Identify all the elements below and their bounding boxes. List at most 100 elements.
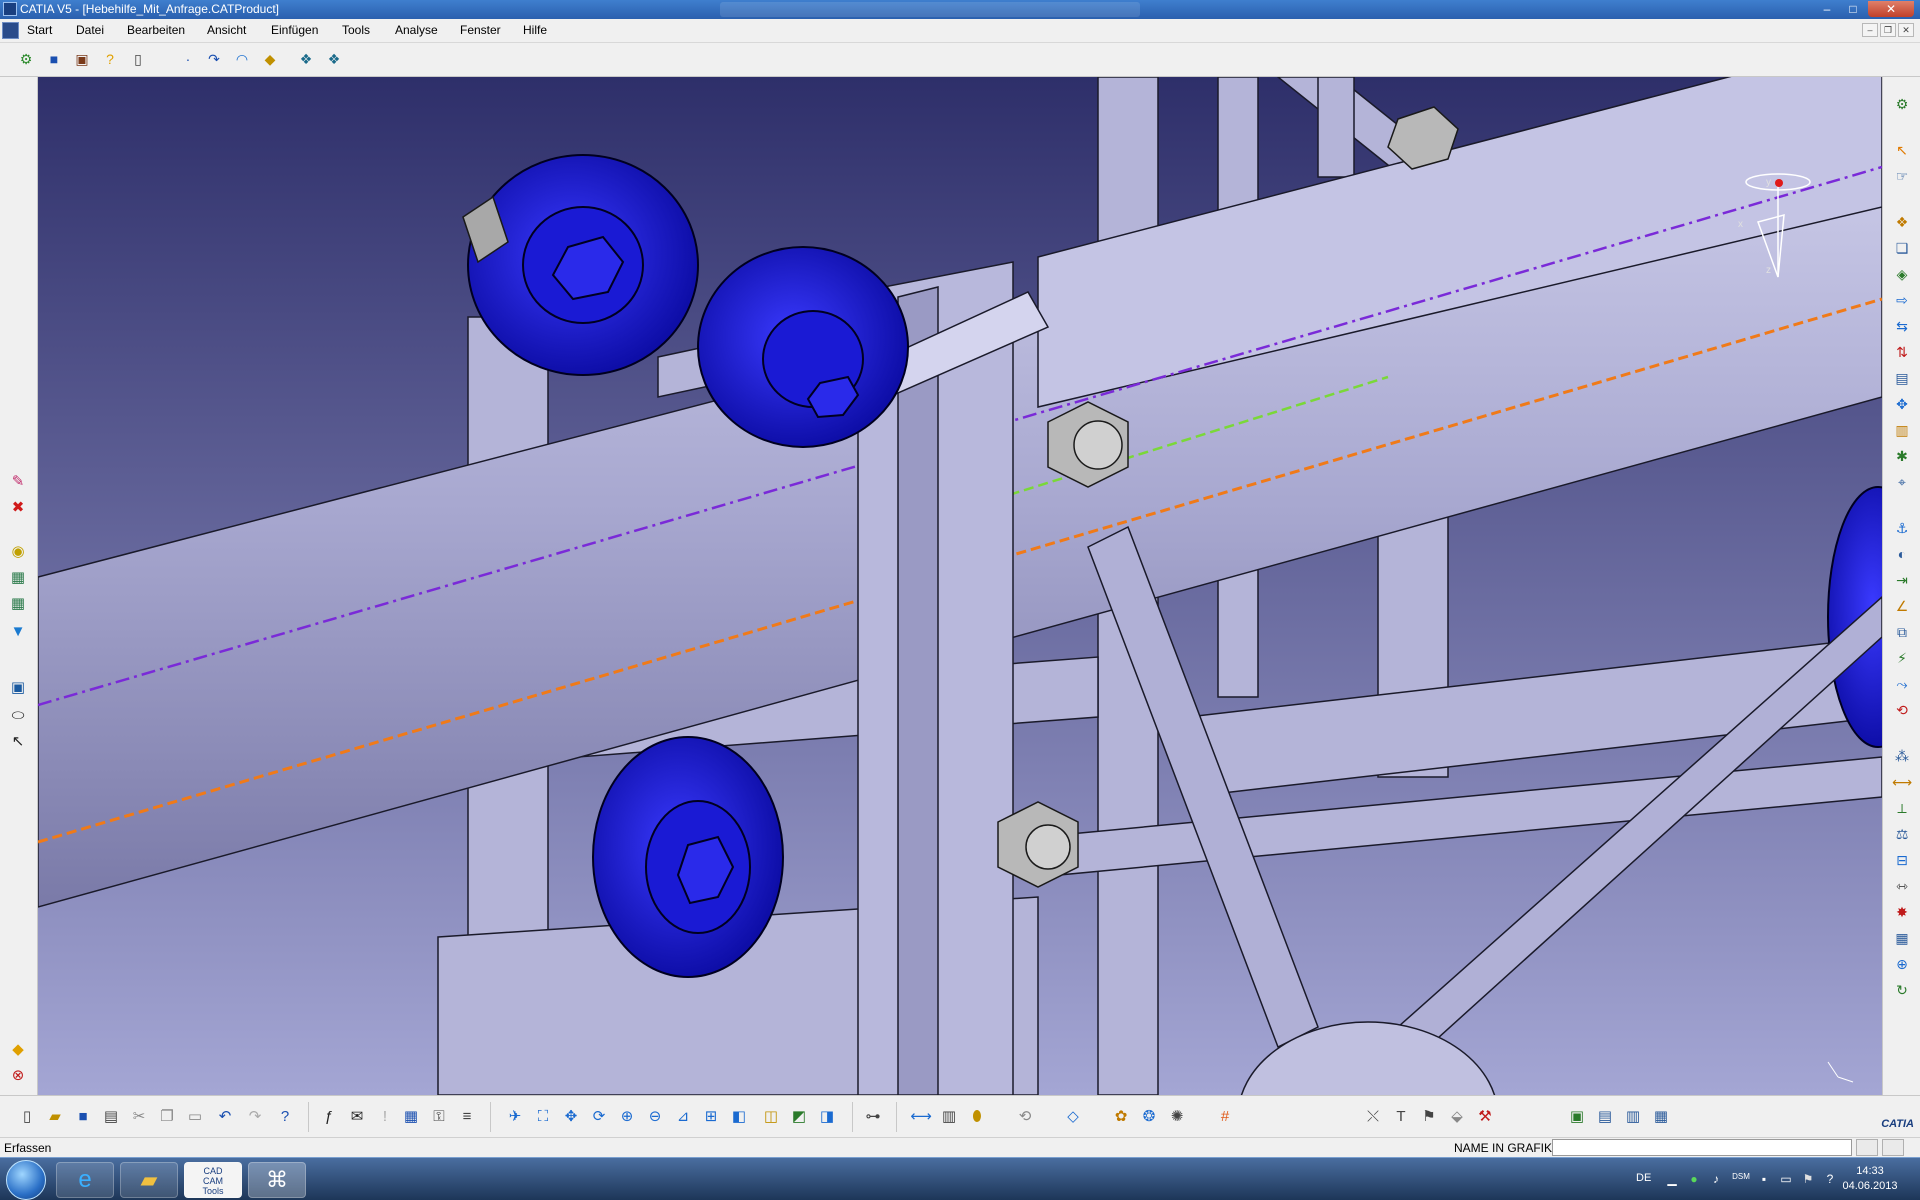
offset-icon[interactable]: ⇥ [1891,569,1913,591]
fly-mode-icon[interactable]: ✈ [504,1106,526,1128]
dsm-icon[interactable]: DSM [1730,1172,1752,1188]
material-icon[interactable]: ❂ [1138,1106,1160,1128]
menu-start[interactable]: Start [27,23,52,37]
menu-einfuegen[interactable]: Einfügen [271,23,318,37]
3d-viewport[interactable]: x y z [38,77,1882,1095]
status-option-button-2[interactable] [1882,1139,1904,1156]
zoom-in-icon[interactable]: ⊕ [616,1106,638,1128]
menu-bearbeiten[interactable]: Bearbeiten [127,23,185,37]
product-update-icon[interactable]: ❖ [324,49,344,69]
swap-visible-icon[interactable]: ◩ [788,1106,810,1128]
multi-view-icon[interactable]: ⊞ [700,1106,722,1128]
pointer-icon[interactable]: ↖ [6,731,30,753]
undo-icon[interactable]: ↶ [214,1106,236,1128]
cut-icon[interactable]: ✂ [128,1106,150,1128]
warning-icon[interactable]: ◆ [6,1039,30,1061]
save-icon[interactable]: ■ [72,1106,94,1128]
measure-icon[interactable]: ✎ [6,471,30,493]
menu-tools[interactable]: Tools [342,23,370,37]
clash-analysis-icon[interactable]: ✸ [1891,901,1913,923]
menu-hilfe[interactable]: Hilfe [523,23,547,37]
clock[interactable]: 14:33 04.06.2013 [1828,1164,1912,1194]
new-part-icon[interactable]: ◈ [1891,263,1913,285]
view-icon[interactable]: ▦ [6,567,30,589]
existing-component-icon[interactable]: ⇨ [1891,289,1913,311]
product-icon[interactable]: ❖ [296,49,316,69]
3d-annotation-icon[interactable]: ⬙ [1446,1106,1468,1128]
angle-icon[interactable]: ∠ [1891,595,1913,617]
document-menu-icon[interactable] [2,22,19,39]
new-icon[interactable]: ▯ [16,1106,38,1128]
replace-icon[interactable]: ⇆ [1891,315,1913,337]
pan-icon[interactable]: ✥ [560,1106,582,1128]
redo-icon[interactable]: ↷ [244,1106,266,1128]
curve-icon[interactable]: ↷ [204,49,224,69]
reuse-pattern-icon[interactable]: ⁂ [1891,745,1913,767]
menu-datei[interactable]: Datei [76,23,104,37]
parameter-icon[interactable]: ≡ [456,1106,478,1128]
fix-icon[interactable]: ⚓ [1891,517,1913,539]
contact-icon[interactable]: ◐ [1891,543,1913,565]
select-arrow-icon[interactable]: ↖ [1891,139,1913,161]
quick-constraint-icon[interactable]: ⚡ [1891,647,1913,669]
analysis-1-icon[interactable]: ▣ [1566,1106,1588,1128]
component-icon[interactable]: ❏ [1891,237,1913,259]
change-constraint-icon[interactable]: ⟲ [1891,699,1913,721]
filter-icon[interactable]: ▼ [6,621,30,643]
lighting-icon[interactable]: ✺ [1166,1106,1188,1128]
apply-material-icon[interactable]: ⬮ [966,1106,988,1128]
measure-between-icon[interactable]: ⟷ [1891,771,1913,793]
section-icon[interactable]: ⊟ [1891,849,1913,871]
annotation-icon[interactable]: ◉ [6,541,30,563]
compass-reset-icon[interactable]: ⊕ [1891,953,1913,975]
catia-app-icon[interactable] [3,2,17,16]
rotate-icon[interactable]: ⟳ [588,1106,610,1128]
knowledge-icon[interactable]: ! [374,1106,396,1128]
catalog-icon[interactable]: ❖ [1891,211,1913,233]
menu-ansicht[interactable]: Ansicht [207,23,246,37]
flag-icon[interactable]: ⚑ [1418,1106,1440,1128]
grid-icon[interactable]: # [1214,1106,1236,1128]
cad-cam-tools-icon[interactable]: CAD CAM Tools [184,1162,242,1198]
fit-all-icon[interactable]: ⛶ [532,1106,554,1128]
catalog-browser-icon[interactable]: ▥ [938,1106,960,1128]
save-all-icon[interactable]: ▣ [72,49,92,69]
language-indicator[interactable]: DE [1636,1172,1651,1184]
update-icon[interactable]: ↻ [1891,979,1913,1001]
sketch-icon[interactable]: ◆ [260,49,280,69]
scene-icon[interactable]: ▣ [6,677,30,699]
menu-fenster[interactable]: Fenster [460,23,501,37]
mass-icon[interactable]: ⚖ [1891,823,1913,845]
paste-icon[interactable]: ▭ [184,1106,206,1128]
annotation-icon[interactable]: ⤬ [1362,1106,1384,1128]
stop-icon[interactable]: ⊗ [6,1065,30,1087]
graph-tree-icon[interactable]: ⊶ [862,1106,884,1128]
snap-icon[interactable]: ▥ [1891,419,1913,441]
volume-icon[interactable]: ♪ [1708,1172,1724,1188]
analysis-4-icon[interactable]: ▦ [1650,1106,1672,1128]
menu-analyse[interactable]: Analyse [395,23,438,37]
settings-gear-icon[interactable]: ⚙ [1891,93,1913,115]
window-close-button[interactable]: ✕ [1868,1,1914,17]
shield-icon[interactable]: ● [1686,1172,1702,1188]
assembly-icon[interactable]: ⚙ [16,49,36,69]
cycle-icon[interactable]: ⟲ [1014,1106,1036,1128]
save-icon[interactable]: ■ [44,49,64,69]
name-in-graphic-input[interactable] [1552,1139,1852,1156]
clash-icon[interactable]: ✖ [6,497,30,519]
surface-icon[interactable]: ◠ [232,49,252,69]
internet-explorer-icon[interactable]: e [56,1162,114,1198]
graph-icon[interactable]: ▤ [1891,367,1913,389]
flag-icon[interactable]: ⚑ [1800,1172,1816,1188]
fix-together-icon[interactable]: ⧉ [1891,621,1913,643]
measure-item-icon[interactable]: ⟂ [1891,797,1913,819]
bill-of-material-icon[interactable]: ▦ [1891,927,1913,949]
measure-icon[interactable]: ⟷ [910,1106,932,1128]
distance-icon[interactable]: ⇿ [1891,875,1913,897]
normal-view-icon[interactable]: ⊿ [672,1106,694,1128]
comment-icon[interactable]: ✉ [346,1106,368,1128]
start-button[interactable] [6,1160,46,1200]
3d-scene[interactable]: x y z [38,77,1882,1095]
flexible-icon[interactable]: ⤳ [1891,673,1913,695]
zoom-out-icon[interactable]: ⊖ [644,1106,666,1128]
